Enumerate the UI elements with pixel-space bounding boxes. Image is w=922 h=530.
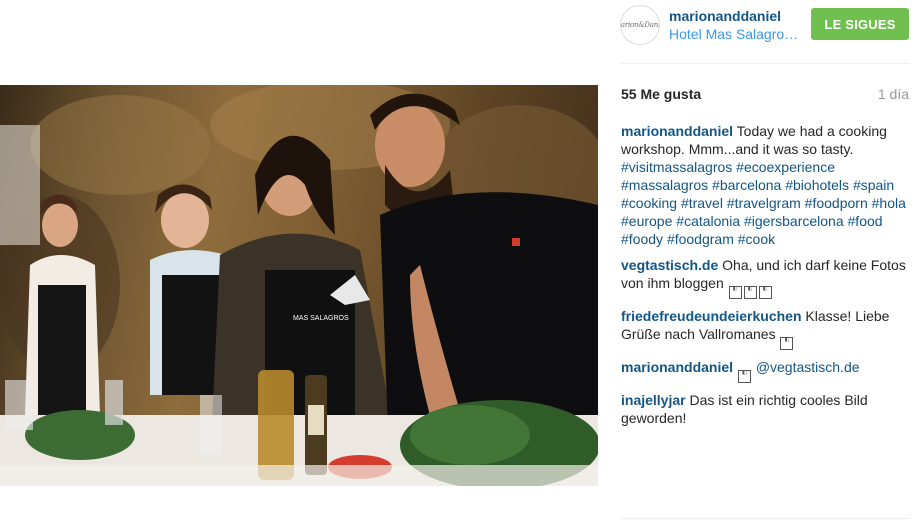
hashtag-link[interactable]: #igersbarcelona xyxy=(744,213,844,229)
emoji-icon: ◧ xyxy=(758,286,772,299)
hashtag-link[interactable]: #hola xyxy=(872,195,906,211)
comment-item: vegtastisch.de Oha, und ich darf keine F… xyxy=(621,256,906,299)
hashtag-link[interactable]: #cook xyxy=(738,231,775,247)
post-time[interactable]: 1 día xyxy=(878,86,909,102)
hashtag-link[interactable]: #foody xyxy=(621,231,663,247)
comment-username[interactable]: vegtastisch.de xyxy=(621,257,718,273)
comment-username[interactable]: friedefreudeundeierkuchen xyxy=(621,308,802,324)
post-header: Marion&Daniel marionanddaniel Hotel Mas … xyxy=(620,0,910,64)
hashtag-link[interactable]: #foodporn xyxy=(805,195,868,211)
following-button[interactable]: LE SIGUES xyxy=(811,8,909,40)
hashtag-link[interactable]: #foodgram xyxy=(667,231,734,247)
comment-item: marionanddaniel ◧ @vegtastisch.de xyxy=(621,358,906,383)
hashtag-link[interactable]: #catalonia xyxy=(676,213,740,229)
avatar[interactable]: Marion&Daniel xyxy=(620,5,660,45)
svg-text:MAS SALAGROS: MAS SALAGROS xyxy=(293,315,349,322)
username-link[interactable]: marionanddaniel xyxy=(669,8,781,24)
hashtag-link[interactable]: #cooking xyxy=(621,195,677,211)
emoji-icon: ◧ xyxy=(737,370,751,383)
divider xyxy=(620,518,910,519)
hashtag-link[interactable]: #spain xyxy=(853,177,894,193)
caption: marionanddaniel Today we had a cooking w… xyxy=(621,122,906,248)
comment-mention[interactable]: @vegtastisch.de xyxy=(756,359,860,375)
hashtag-link[interactable]: #biohotels xyxy=(785,177,849,193)
post-photo[interactable]: MAS SALAGROS xyxy=(0,85,598,486)
hashtag-link[interactable]: #visitmassalagros xyxy=(621,159,732,175)
hashtag-link[interactable]: #travel xyxy=(681,195,723,211)
comments-list: marionanddaniel Today we had a cooking w… xyxy=(621,122,906,435)
comment-username[interactable]: inajellyjar xyxy=(621,392,686,408)
caption-hashtags: #visitmassalagros #ecoexperience #massal… xyxy=(621,159,906,247)
hashtag-link[interactable]: #massalagros xyxy=(621,177,708,193)
likes-count[interactable]: 55 Me gusta xyxy=(621,86,701,102)
hashtag-link[interactable]: #food xyxy=(848,213,883,229)
caption-username[interactable]: marionanddaniel xyxy=(621,123,733,139)
hashtag-link[interactable]: #barcelona xyxy=(712,177,781,193)
cooking-workshop-image: MAS SALAGROS xyxy=(0,85,598,486)
comment-username[interactable]: marionanddaniel xyxy=(621,359,733,375)
emoji-icon: ◧ xyxy=(728,286,742,299)
hashtag-link[interactable]: #travelgram xyxy=(727,195,801,211)
avatar-logo: Marion&Daniel xyxy=(620,21,660,29)
location-link[interactable]: Hotel Mas Salagros EcoResort xyxy=(669,26,799,42)
emoji-icon: ◧ xyxy=(780,337,794,350)
emoji-icon: ◧ xyxy=(743,286,757,299)
comment-item: inajellyjar Das ist ein richtig cooles B… xyxy=(621,391,906,427)
hashtag-link[interactable]: #europe xyxy=(621,213,672,229)
comment-item: friedefreudeundeierkuchen Klasse! Liebe … xyxy=(621,307,906,350)
hashtag-link[interactable]: #ecoexperience xyxy=(736,159,835,175)
